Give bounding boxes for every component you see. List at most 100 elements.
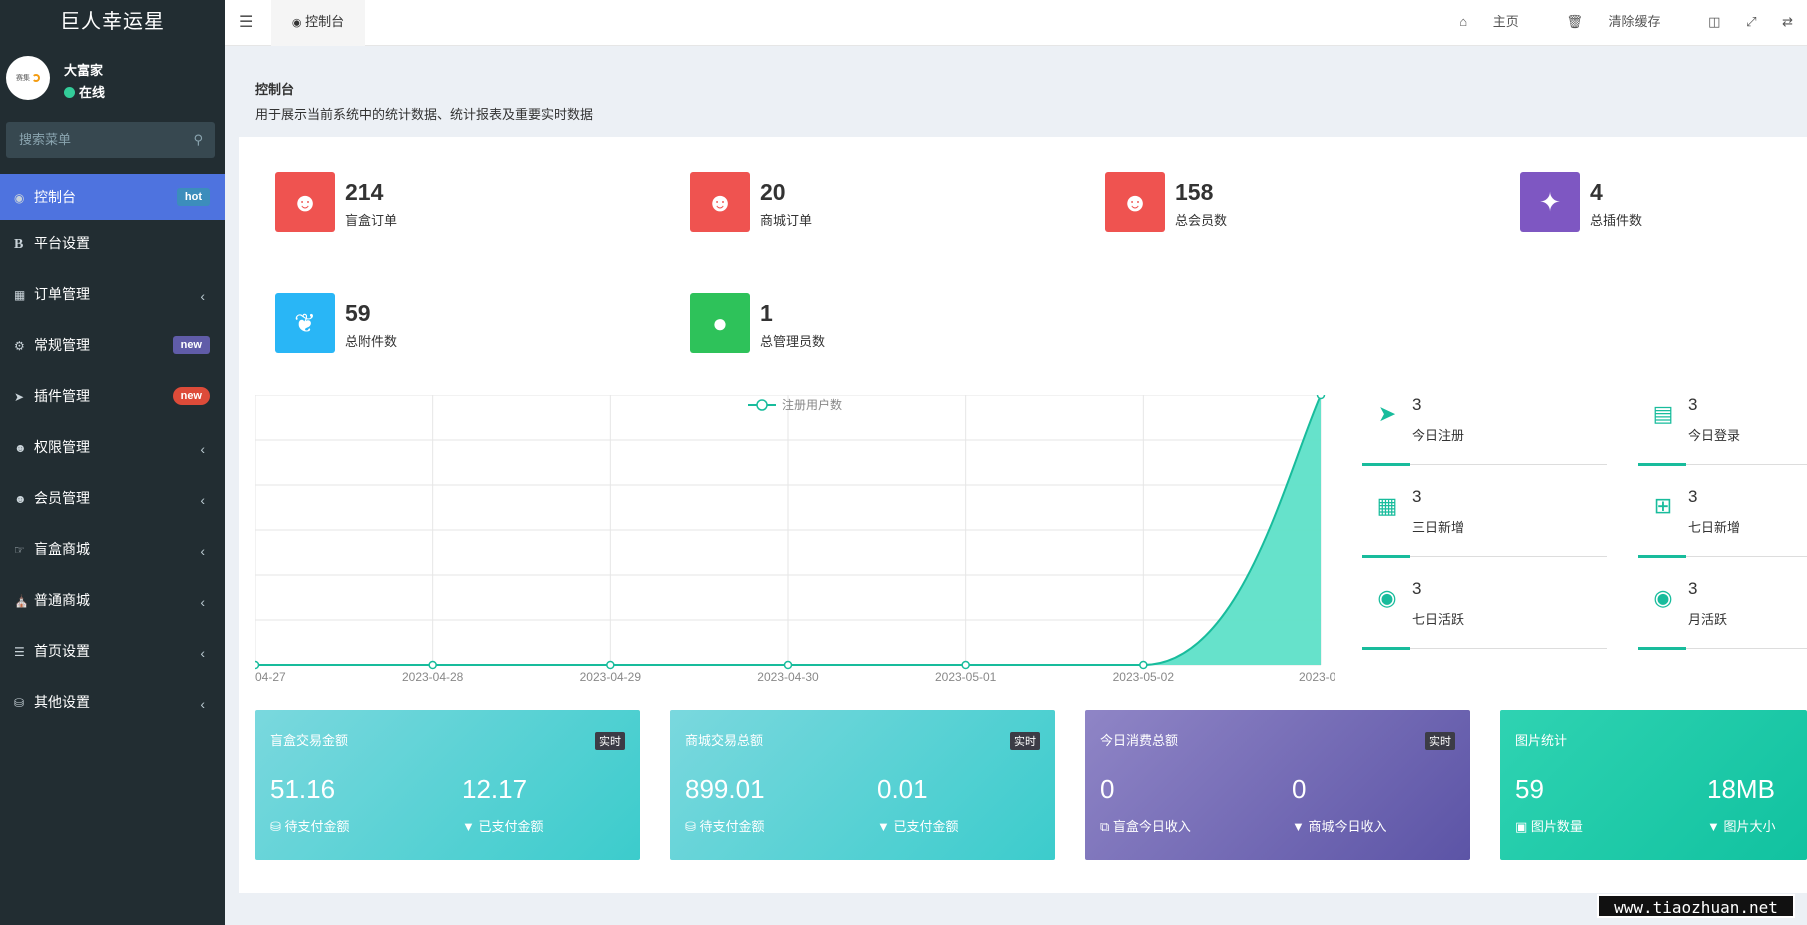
chevron-left-icon: ‹ xyxy=(200,594,205,610)
hot-badge: hot xyxy=(176,188,210,206)
tab-dashboard[interactable]: ◉ 控制台 xyxy=(271,0,365,46)
card-title: 今日消费总额 xyxy=(1100,733,1179,748)
calendar-plus-icon: ⊞ xyxy=(1653,493,1673,518)
card-label: ▼ 图片大小 xyxy=(1707,816,1776,835)
sidebar-item-label: 控制台 xyxy=(34,189,76,205)
sidebar-item-general[interactable]: ⚙ 常规管理 new xyxy=(0,322,225,373)
sidebar-item-label: 普通商城 xyxy=(34,592,90,608)
top-links: ⌂ 主页 🗑 清除缓存 ◫ ⤢ ⇄ xyxy=(1459,0,1807,46)
card-mall-amount: 商城交易总额 实时 899.01 0.01 ⛁ 待支付金额 ▼ 已支付金额 xyxy=(670,710,1055,860)
sidebar-item-orders[interactable]: ▦ 订单管理 ‹ xyxy=(0,271,225,322)
card-label: ▣ 图片数量 xyxy=(1515,816,1583,835)
stat-value: 214 xyxy=(345,179,384,205)
data-point xyxy=(606,660,615,670)
data-point xyxy=(1139,660,1148,670)
kpi-value: 3 xyxy=(1412,395,1422,414)
sidebar-item-plugins[interactable]: ➤ 插件管理 new xyxy=(0,373,225,424)
sidebar-item-permissions[interactable]: ☻ 权限管理 ‹ xyxy=(0,424,225,475)
card-label-text: 图片大小 xyxy=(1723,819,1776,834)
new-badge: new xyxy=(172,336,210,354)
x-tick-label: 2023-05 xyxy=(1299,670,1335,684)
online-dot-icon xyxy=(64,87,75,98)
users-icon: ☻ xyxy=(291,186,319,217)
sidebar-item-label: 平台设置 xyxy=(34,235,90,251)
user-name: 大富家 xyxy=(64,63,104,78)
data-point xyxy=(255,660,260,670)
chevron-left-icon: ‹ xyxy=(200,645,205,661)
sidebar-item-label: 其他设置 xyxy=(34,694,90,710)
sidebar-item-members[interactable]: ☻ 会员管理 ‹ xyxy=(0,475,225,526)
clear-cache-link[interactable]: 🗑 清除缓存 xyxy=(1566,14,1682,29)
rocket-icon: ➤ xyxy=(14,390,25,404)
vcard-icon: ▤ xyxy=(1652,401,1674,426)
data-point xyxy=(961,660,970,670)
leaf-icon: ❦ xyxy=(294,307,316,338)
user-circle-icon: ☻ xyxy=(14,492,27,506)
stat-blindbox-orders: ☻ 214 盲盒订单 xyxy=(275,172,615,234)
sidebar-item-blindbox-mall[interactable]: ☞ 盲盒商城 ‹ xyxy=(0,526,225,577)
sidebar-item-label: 首页设置 xyxy=(34,643,90,659)
sidebar-item-platform-settings[interactable]: B 平台设置 xyxy=(0,220,225,271)
search-input[interactable]: 搜索菜单 ⚲ xyxy=(6,122,215,158)
filter-icon: ▼ xyxy=(1707,819,1720,834)
database-icon: ⛁ xyxy=(14,696,25,710)
sidebar-item-other-settings[interactable]: ⛁ 其他设置 ‹ xyxy=(0,679,225,730)
app-logo[interactable]: 巨人幸运星 xyxy=(0,0,225,46)
stat-value: 20 xyxy=(760,179,786,205)
card-title: 盲盒交易金额 xyxy=(270,733,349,748)
menu-toggle-icon[interactable]: ☰ xyxy=(239,12,253,32)
card-label-text: 图片数量 xyxy=(1530,819,1583,834)
x-tick-label: 2023-04-28 xyxy=(402,670,464,684)
kpi-value: 3 xyxy=(1412,579,1422,598)
card-label-text: 盲盒今日收入 xyxy=(1112,819,1191,834)
stat-value: 4 xyxy=(1590,179,1603,205)
new-badge: new xyxy=(172,387,210,405)
stat-mall-orders: ☻ 20 商城订单 xyxy=(690,172,1030,234)
group-icon: ☻ xyxy=(14,441,27,455)
user-status-label: 在线 xyxy=(79,85,106,100)
stat-total-attachments: ❦ 59 总附件数 xyxy=(275,293,615,355)
sidebar-item-normal-mall[interactable]: ⛪ 普通商城 ‹ xyxy=(0,577,225,628)
kpi-underline xyxy=(1362,463,1410,466)
stat-value: 1 xyxy=(760,300,773,326)
legend-marker xyxy=(756,399,768,411)
sidebar-item-dashboard[interactable]: ◉ 控制台 hot xyxy=(0,174,225,220)
stat-icon-box: ✦ xyxy=(1520,172,1580,232)
card-value: 0.01 xyxy=(877,774,928,804)
chevron-left-icon: ‹ xyxy=(200,492,205,508)
kpi-label: 今日注册 xyxy=(1412,428,1465,443)
page-description: 用于展示当前系统中的统计数据、统计报表及重要实时数据 xyxy=(255,107,594,122)
realtime-badge: 实时 xyxy=(595,732,625,750)
dashboard-icon: ◉ xyxy=(291,17,302,29)
filter-icon: ▼ xyxy=(1292,819,1305,834)
avatar-text: 赛集 xyxy=(16,75,30,82)
sidebar-item-home-settings[interactable]: ☰ 首页设置 ‹ xyxy=(0,628,225,679)
stat-total-admins: ● 1 总管理员数 xyxy=(690,293,1030,355)
card-label: ▼ 已支付金额 xyxy=(877,816,959,835)
kpi-value: 3 xyxy=(1688,579,1698,598)
clear-cache-label: 清除缓存 xyxy=(1608,14,1661,29)
page-header: 控制台 用于展示当前系统中的统计数据、统计报表及重要实时数据 xyxy=(239,60,1807,137)
bank-icon: ⛪ xyxy=(14,594,29,608)
database-icon: ⛁ xyxy=(270,819,281,834)
card-today-consumption: 今日消费总额 实时 0 0 ⧉ 盲盒今日收入 ▼ 商城今日收入 xyxy=(1085,710,1470,860)
search-icon[interactable]: ⚲ xyxy=(193,122,203,158)
stat-total-members: ☻ 158 总会员数 xyxy=(1105,172,1445,234)
chevron-left-icon: ‹ xyxy=(200,543,205,559)
stat-icon-box: ☻ xyxy=(275,172,335,232)
kpi-three-day-new: ▦ 3 三日新增 xyxy=(1362,487,1607,558)
registrations-chart: 04-27 2023-04-28 2023-04-29 2023-04-30 2023-… xyxy=(255,395,1335,684)
fullscreen-icon[interactable]: ⤢ xyxy=(1746,14,1756,29)
database-icon: ⛁ xyxy=(685,819,696,834)
translate-icon[interactable]: ◫ xyxy=(1708,14,1720,29)
tab-label: 控制台 xyxy=(305,14,345,29)
x-tick-label: 2023-05-01 xyxy=(935,670,997,684)
settings-toggle-icon[interactable]: ⇄ xyxy=(1782,14,1793,29)
avatar: 赛集 xyxy=(6,56,50,100)
sidebar-item-label: 订单管理 xyxy=(34,286,90,302)
kpi-value: 3 xyxy=(1688,395,1698,414)
bold-b-icon: B xyxy=(14,237,24,252)
home-link[interactable]: ⌂ 主页 xyxy=(1459,14,1541,29)
card-value: 899.01 xyxy=(685,774,765,804)
card-value: 51.16 xyxy=(270,774,336,804)
